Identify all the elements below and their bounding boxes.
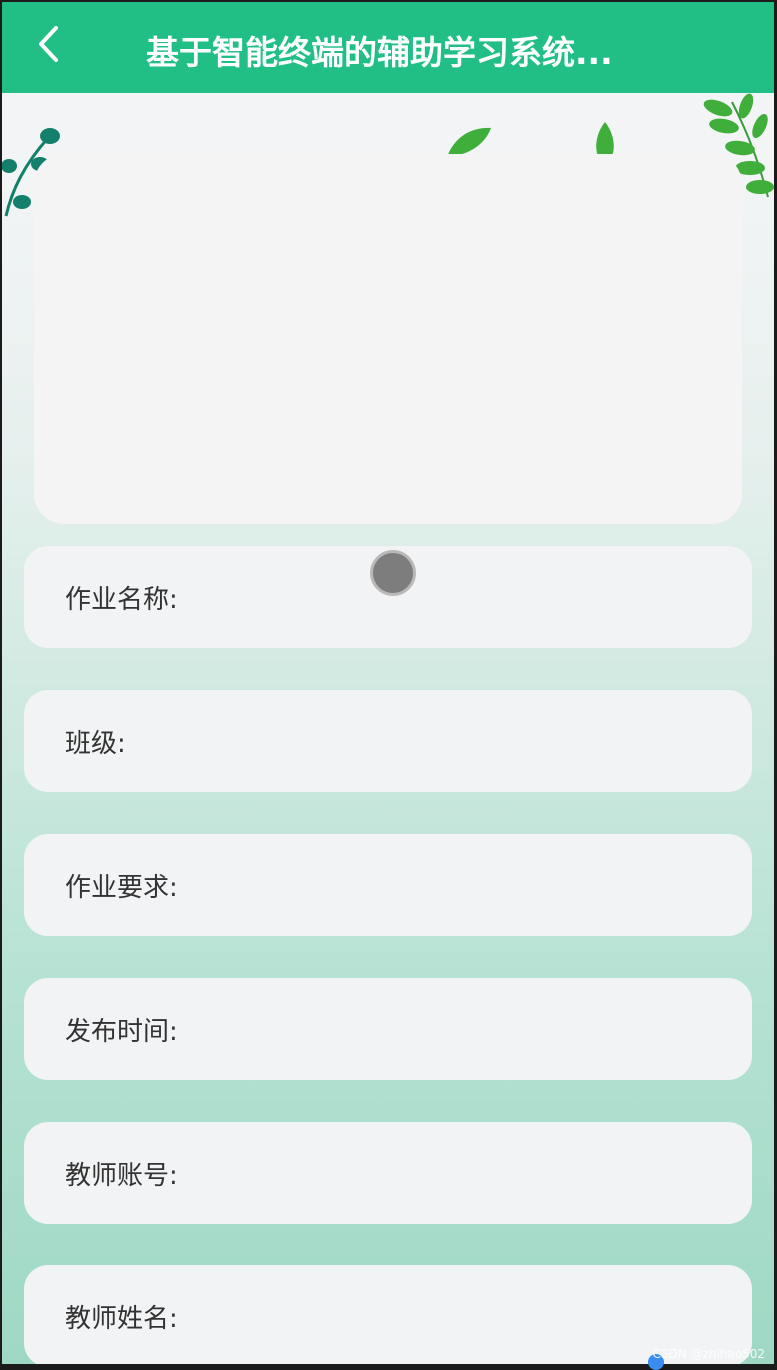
field-label: 教师姓名: [65,1303,178,1334]
app-screen: 基于智能终端的辅助学习系统... 作业名称: 班级: 作业要求: 发布时间: 教… [2,2,774,1364]
field-label: 发布时间: [65,1016,178,1047]
field-label: 教师账号: [65,1160,178,1191]
field-teacher-name: 教师姓名: [24,1265,752,1364]
field-assignment-requirements: 作业要求: [24,834,752,936]
field-label: 班级: [65,728,126,759]
field-label: 作业要求: [65,872,178,903]
field-class: 班级: [24,690,752,792]
touch-cursor-indicator [370,550,416,596]
page-title: 基于智能终端的辅助学习系统... [146,33,613,72]
chevron-left-icon [35,24,61,68]
leaf-decoration [596,122,614,156]
field-teacher-account: 教师账号: [24,1122,752,1224]
back-button[interactable] [24,22,72,70]
top-nav-bar: 基于智能终端的辅助学习系统... [2,2,774,93]
watermark-text: CSDN @zhihao502 [652,1347,765,1361]
field-publish-time: 发布时间: [24,978,752,1080]
cover-image-area [34,154,742,524]
field-label: 作业名称: [65,584,178,615]
